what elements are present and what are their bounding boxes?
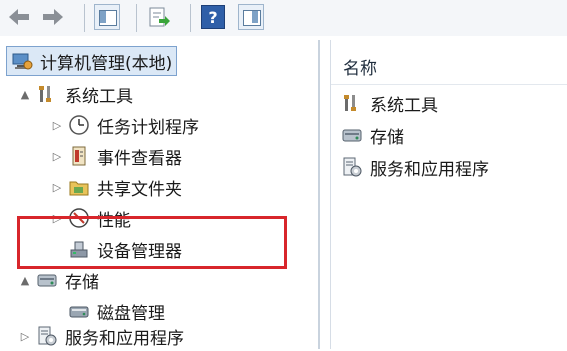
forward-button[interactable] — [38, 2, 68, 32]
tree-item-label: 磁盘管理 — [97, 303, 165, 324]
services-icon — [343, 157, 362, 177]
export-list-icon — [149, 7, 170, 27]
expand-arrow[interactable]: ▷ — [18, 330, 32, 343]
tree-item-shared-folders[interactable]: ▷ 共享文件夹 — [50, 172, 182, 202]
list-item-label: 存储 — [370, 127, 404, 148]
console-tree: 计算机管理(本地) ▲ 系统工具 ▷ 任务计划程序 ▷ 事件查看器 ▷ 共享文件… — [0, 40, 320, 349]
expand-arrow[interactable]: ▲ — [18, 274, 32, 287]
clock-icon — [69, 115, 89, 135]
shared-folder-icon — [69, 181, 89, 196]
toolbar-separator — [84, 4, 85, 32]
tree-item-label: 服务和应用程序 — [65, 328, 184, 349]
expand-arrow[interactable]: ▷ — [50, 119, 64, 132]
toolbar-separator — [136, 4, 137, 32]
list-item-services-applications[interactable]: 服务和应用程序 — [341, 152, 489, 182]
tree-root-label: 计算机管理(本地) — [40, 53, 173, 74]
computer-management-icon — [12, 53, 33, 70]
tree-item-label: 系统工具 — [65, 86, 133, 107]
tools-icon — [344, 95, 356, 111]
tree-item-services-applications[interactable]: ▷ 服务和应用程序 — [18, 321, 184, 351]
forward-arrow-icon — [43, 9, 63, 25]
toolbar-separator — [190, 4, 191, 32]
disk-icon — [69, 306, 89, 318]
tree-item-label: 任务计划程序 — [97, 117, 199, 138]
list-item-system-tools[interactable]: 系统工具 — [341, 88, 438, 118]
result-pane: 名称 系统工具 存储 服务和应用程序 — [330, 40, 567, 349]
tree-item-event-viewer[interactable]: ▷ 事件查看器 — [50, 141, 182, 171]
list-item-label: 服务和应用程序 — [370, 159, 489, 180]
expand-arrow[interactable]: ▲ — [18, 88, 32, 101]
expand-arrow[interactable]: ▷ — [50, 181, 64, 194]
help-button[interactable]: ? — [198, 2, 228, 32]
show-hide-action-pane-button[interactable] — [236, 2, 266, 32]
tree-item-task-scheduler[interactable]: ▷ 任务计划程序 — [50, 110, 199, 140]
storage-icon — [342, 129, 362, 142]
services-icon — [38, 326, 57, 346]
storage-icon — [37, 274, 57, 287]
tree-item-label: 存储 — [65, 272, 99, 293]
show-hide-console-tree-icon — [94, 4, 120, 30]
show-hide-console-tree-button[interactable] — [92, 2, 122, 32]
toolbar: ? — [0, 0, 567, 36]
header-divider — [331, 84, 567, 85]
help-icon: ? — [201, 5, 225, 29]
tree-item-storage[interactable]: ▲ 存储 — [18, 265, 99, 295]
list-item-label: 系统工具 — [370, 95, 438, 116]
tools-icon — [39, 86, 51, 102]
export-list-button[interactable] — [144, 2, 174, 32]
tree-root[interactable]: 计算机管理(本地) — [6, 46, 178, 76]
show-hide-action-pane-icon — [238, 4, 264, 30]
event-log-icon — [72, 146, 86, 166]
expand-arrow[interactable]: ▷ — [50, 150, 64, 163]
tree-item-system-tools[interactable]: ▲ 系统工具 — [18, 79, 133, 109]
column-header-name[interactable]: 名称 — [343, 54, 377, 79]
list-item-storage[interactable]: 存储 — [341, 120, 404, 150]
back-button[interactable] — [4, 2, 34, 32]
back-arrow-icon — [9, 9, 29, 25]
highlight-annotation — [17, 216, 287, 269]
tree-item-label: 事件查看器 — [97, 148, 182, 169]
tree-item-label: 共享文件夹 — [97, 179, 182, 200]
tree-root-selection: 计算机管理(本地) — [6, 46, 178, 76]
